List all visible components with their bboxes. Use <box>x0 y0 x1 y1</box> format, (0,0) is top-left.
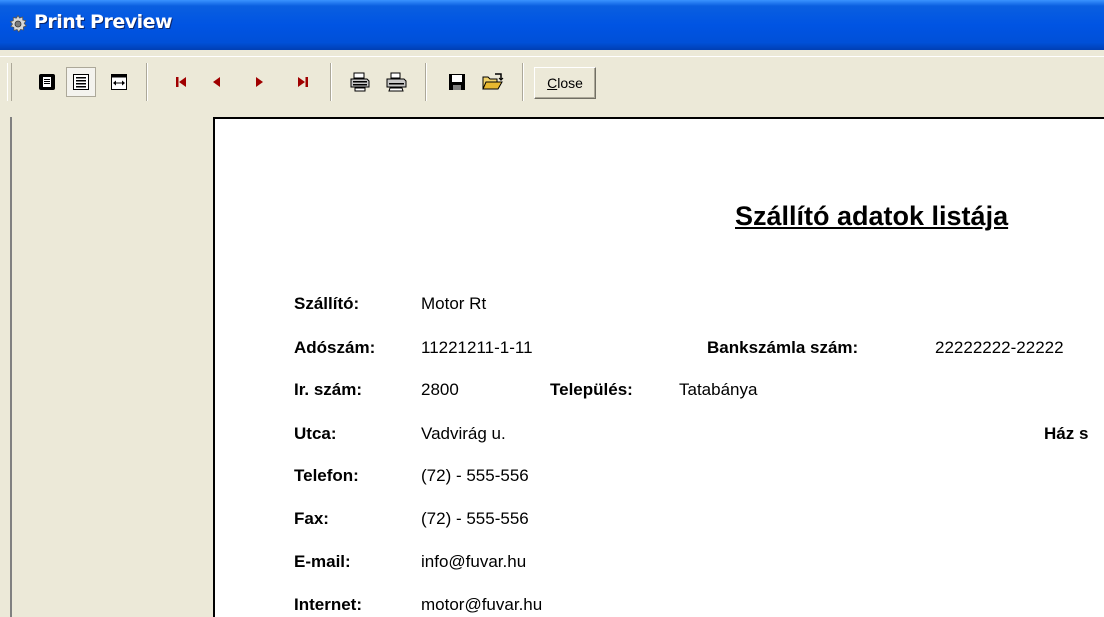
save-button[interactable] <box>442 67 472 97</box>
toolbar-grip[interactable] <box>7 63 12 101</box>
close-button[interactable]: Close <box>534 67 596 99</box>
toolbar-separator <box>146 63 148 101</box>
fax-value: (72) - 555-556 <box>421 509 529 528</box>
one-page-icon <box>39 74 55 90</box>
report-title: Szállító adatok listája <box>735 201 1009 231</box>
telepules-label: Település: <box>550 380 633 399</box>
toolbar-separator <box>522 63 524 101</box>
internet-value: motor@fuvar.hu <box>421 595 543 614</box>
adoszam-value: 11221211-1-11 <box>421 338 533 357</box>
whole-page-icon <box>73 74 89 90</box>
email-value: info@fuvar.hu <box>421 552 527 571</box>
last-page-icon <box>298 77 308 87</box>
first-page-button[interactable] <box>166 67 196 97</box>
title-bar[interactable]: Print Preview <box>0 0 1104 50</box>
bankszamla-value: 22222222-22222 <box>935 338 1064 357</box>
first-page-icon <box>176 77 186 87</box>
bankszamla-label: Bankszámla szám: <box>707 338 859 357</box>
close-button-hotkey: C <box>547 75 558 91</box>
fit-width-button[interactable] <box>104 67 134 97</box>
previous-page-button[interactable] <box>202 67 232 97</box>
email-label: E-mail: <box>294 552 351 571</box>
fit-width-icon <box>111 74 127 90</box>
print-button[interactable] <box>381 67 411 97</box>
internet-label: Internet: <box>294 595 362 614</box>
irszam-value: 2800 <box>421 380 459 399</box>
utca-value: Vadvirág u. <box>421 424 506 443</box>
close-button-label: lose <box>557 75 583 91</box>
window-title: Print Preview <box>34 11 173 33</box>
report-page[interactable]: Szállító adatok listája Szállító: Motor … <box>213 117 1104 617</box>
last-page-button[interactable] <box>288 67 318 97</box>
szallito-label: Szállító: <box>294 294 360 313</box>
open-folder-icon <box>482 73 504 90</box>
adoszam-label: Adószám: <box>294 338 376 357</box>
telefon-value: (72) - 555-556 <box>421 466 529 485</box>
thumbnail-pane[interactable] <box>10 117 215 617</box>
telepules-value: Tatabánya <box>679 380 758 399</box>
toolbar: Close <box>0 56 1104 115</box>
whole-page-button[interactable] <box>66 67 96 97</box>
open-folder-button[interactable] <box>478 67 508 97</box>
one-page-button[interactable] <box>32 67 62 97</box>
save-icon <box>449 74 465 90</box>
next-page-button[interactable] <box>244 67 274 97</box>
toolbar-separator <box>425 63 427 101</box>
print-setup-icon <box>350 72 370 92</box>
next-page-icon <box>256 77 263 87</box>
previous-page-icon <box>213 77 220 87</box>
gear-icon <box>8 14 28 34</box>
fax-label: Fax: <box>294 509 329 528</box>
utca-label: Utca: <box>294 424 337 443</box>
telefon-label: Telefon: <box>294 466 359 485</box>
toolbar-separator <box>330 63 332 101</box>
print-setup-button[interactable] <box>345 67 375 97</box>
szallito-value: Motor Rt <box>421 294 487 313</box>
irszam-label: Ir. szám: <box>294 380 363 399</box>
print-icon <box>386 72 407 92</box>
hazszam-label: Ház s <box>1044 424 1089 443</box>
